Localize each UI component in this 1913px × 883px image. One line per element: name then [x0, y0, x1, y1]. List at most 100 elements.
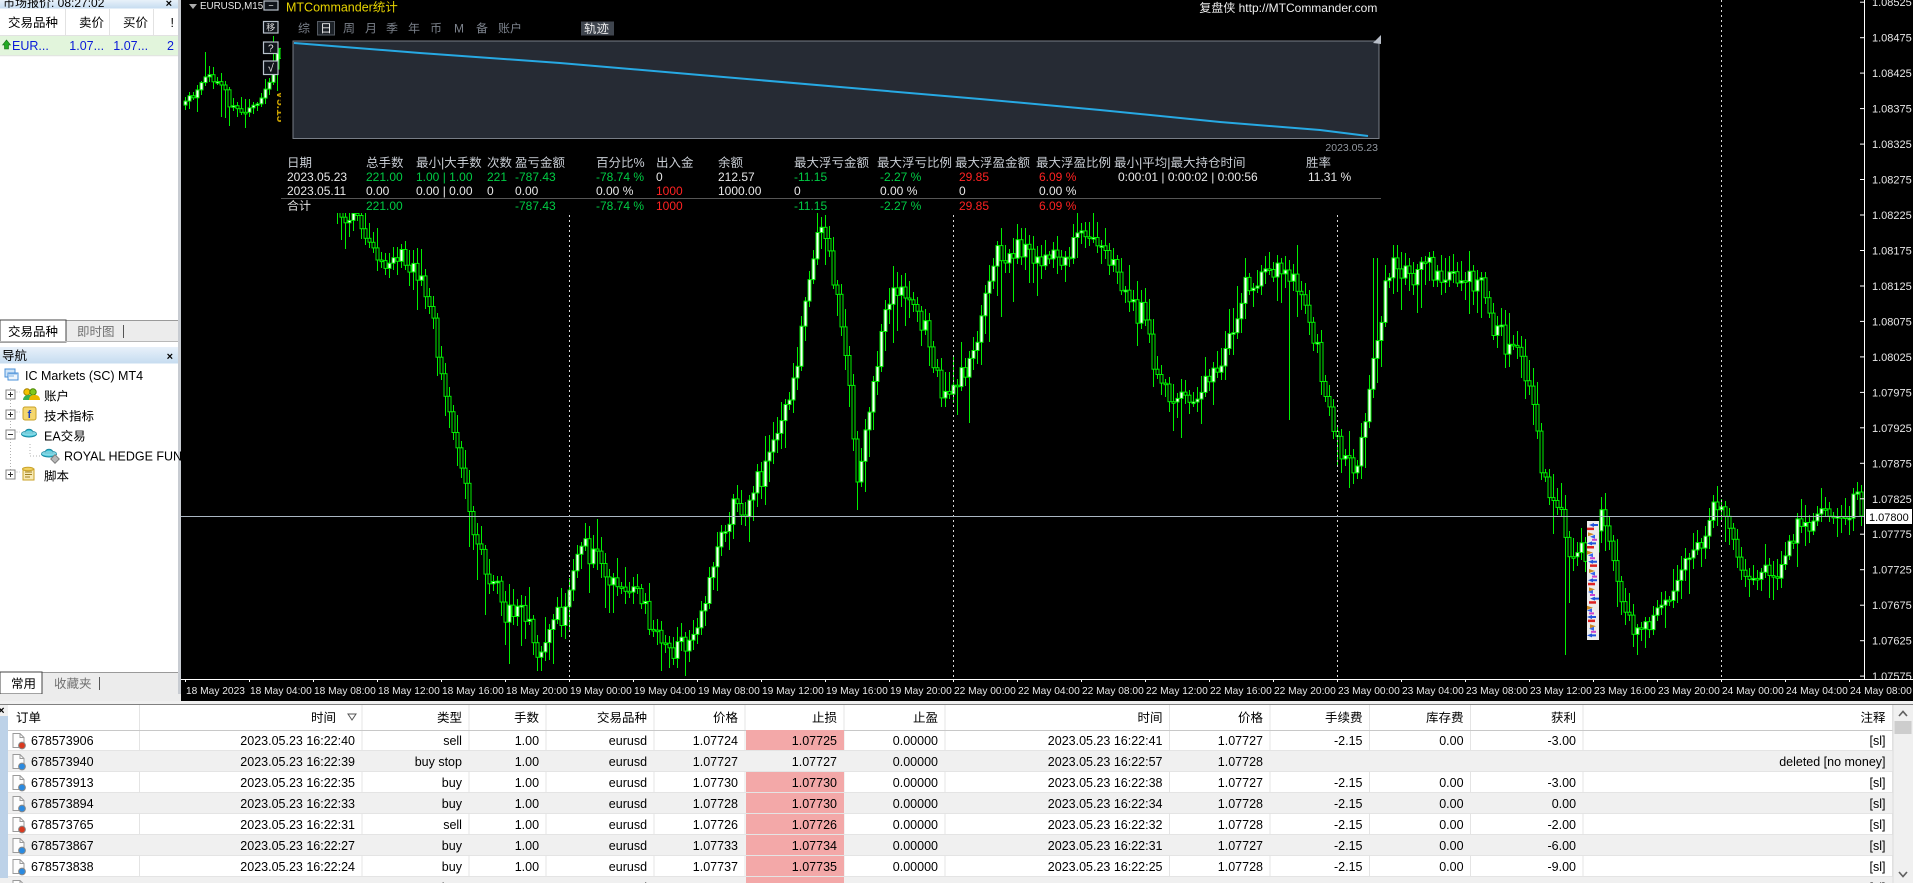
- svg-text:2023.05.23 16:22:33: 2023.05.23 16:22:33: [240, 797, 355, 811]
- svg-text:678573913: 678573913: [31, 776, 94, 790]
- svg-text:1000: 1000: [656, 199, 683, 213]
- svg-text:1.08025: 1.08025: [1872, 352, 1912, 364]
- svg-text:18 May 16:00: 18 May 16:00: [442, 686, 504, 697]
- svg-text:1.08225: 1.08225: [1872, 210, 1912, 222]
- svg-text:1.07727: 1.07727: [1218, 839, 1263, 853]
- svg-text:2023.05.11: 2023.05.11: [287, 184, 346, 198]
- svg-text:19 May 16:00: 19 May 16:00: [826, 686, 888, 697]
- svg-text:24 May 00:00: 24 May 00:00: [1722, 686, 1784, 697]
- svg-text:-11.15: -11.15: [794, 170, 827, 184]
- svg-text:buy: buy: [442, 839, 463, 853]
- svg-text:-78.74 %: -78.74 %: [596, 170, 644, 184]
- svg-text:0.00: 0.00: [366, 184, 390, 198]
- svg-text:2023.05.23 16:22:40: 2023.05.23 16:22:40: [240, 734, 355, 748]
- svg-text:29.85: 29.85: [959, 199, 989, 213]
- svg-text:1.08475: 1.08475: [1872, 33, 1912, 45]
- svg-text:0.00000: 0.00000: [893, 797, 938, 811]
- svg-text:2023.05.23 16:22:41: 2023.05.23 16:22:41: [1048, 734, 1163, 748]
- svg-text:18 May 04:00: 18 May 04:00: [250, 686, 312, 697]
- svg-text:1.07625: 1.07625: [1872, 636, 1912, 648]
- svg-text:0.00000: 0.00000: [893, 776, 938, 790]
- svg-text:2023.05.23 16:22:24: 2023.05.23 16:22:24: [240, 860, 355, 874]
- svg-text:-787.43: -787.43: [515, 199, 556, 213]
- svg-text:1.07875: 1.07875: [1872, 458, 1912, 470]
- svg-text:1.07800: 1.07800: [1869, 512, 1909, 524]
- svg-text:0.00000: 0.00000: [893, 839, 938, 853]
- svg-text:18 May 08:00: 18 May 08:00: [314, 686, 376, 697]
- svg-text:buy: buy: [442, 776, 463, 790]
- svg-text:1.00: 1.00: [515, 734, 539, 748]
- svg-text:221.00: 221.00: [366, 199, 403, 213]
- svg-text:eurusd: eurusd: [609, 839, 647, 853]
- svg-text:2023.05.23 16:22:27: 2023.05.23 16:22:27: [240, 839, 355, 853]
- svg-text:23 May 16:00: 23 May 16:00: [1594, 686, 1656, 697]
- svg-text:18 May 20:00: 18 May 20:00: [506, 686, 568, 697]
- svg-text:0.00: 0.00: [1552, 797, 1576, 811]
- svg-text:1.07728: 1.07728: [1218, 860, 1263, 874]
- svg-text:678573838: 678573838: [31, 860, 94, 874]
- svg-text:-787.43: -787.43: [515, 170, 556, 184]
- svg-text:-2.15: -2.15: [1334, 818, 1363, 832]
- svg-text:-2.00: -2.00: [1548, 818, 1577, 832]
- svg-text:1.07675: 1.07675: [1872, 600, 1912, 612]
- svg-text:1.07825: 1.07825: [1872, 494, 1912, 506]
- svg-text:2023.05.23 16:22:31: 2023.05.23 16:22:31: [1048, 839, 1163, 853]
- svg-text:[sl]: [sl]: [1870, 860, 1886, 874]
- svg-text:1.07734: 1.07734: [792, 839, 837, 853]
- svg-text:[sl]: [sl]: [1870, 797, 1886, 811]
- svg-text:2023.05.23 16:22:34: 2023.05.23 16:22:34: [1048, 797, 1163, 811]
- svg-text:MTCommander: MTCommander: [286, 1, 373, 15]
- svg-text:22 May 20:00: 22 May 20:00: [1274, 686, 1336, 697]
- svg-text:678573940: 678573940: [31, 755, 94, 769]
- svg-text:23 May 20:00: 23 May 20:00: [1658, 686, 1720, 697]
- svg-text:!: !: [171, 16, 174, 30]
- svg-text:%: %: [634, 156, 645, 170]
- svg-text:1.08325: 1.08325: [1872, 139, 1912, 151]
- svg-text:221.00: 221.00: [366, 170, 403, 184]
- svg-text:|: |: [441, 156, 444, 170]
- svg-text:1.00: 1.00: [515, 839, 539, 853]
- svg-text:-9.00: -9.00: [1548, 860, 1577, 874]
- svg-text:2023.05.23 16:22:32: 2023.05.23 16:22:32: [1048, 818, 1163, 832]
- svg-text:1.08175: 1.08175: [1872, 246, 1912, 258]
- svg-text:1.07728: 1.07728: [1218, 755, 1263, 769]
- svg-text:0.00 %: 0.00 %: [596, 184, 634, 198]
- svg-text:1.08525: 1.08525: [1872, 0, 1912, 9]
- svg-text:1.07726: 1.07726: [792, 818, 837, 832]
- svg-text:0.00000: 0.00000: [893, 818, 938, 832]
- svg-text:deleted [no money]: deleted [no money]: [1779, 755, 1885, 769]
- svg-text:1.07730: 1.07730: [792, 776, 837, 790]
- svg-text:ROYAL HEDGE FUN: ROYAL HEDGE FUN: [64, 450, 182, 464]
- svg-text:eurusd: eurusd: [609, 797, 647, 811]
- svg-text:678573867: 678573867: [31, 839, 94, 853]
- svg-text:eurusd: eurusd: [609, 818, 647, 832]
- svg-text:[sl]: [sl]: [1870, 734, 1886, 748]
- svg-text:1.07775: 1.07775: [1872, 529, 1912, 541]
- svg-text:-11.15: -11.15: [794, 199, 827, 213]
- svg-text:1.07728: 1.07728: [1218, 818, 1263, 832]
- svg-text:[sl]: [sl]: [1870, 776, 1886, 790]
- svg-text:-2.15: -2.15: [1334, 860, 1363, 874]
- svg-text:22 May 12:00: 22 May 12:00: [1146, 686, 1208, 697]
- svg-text:eurusd: eurusd: [609, 734, 647, 748]
- svg-text:1.08275: 1.08275: [1872, 175, 1912, 187]
- svg-text:-2.27 %: -2.27 %: [880, 199, 922, 213]
- svg-text:22 May 00:00: 22 May 00:00: [954, 686, 1016, 697]
- svg-text:-3.00: -3.00: [1548, 734, 1577, 748]
- svg-text:2: 2: [167, 39, 174, 53]
- svg-text:: 08:27:02: : 08:27:02: [51, 0, 105, 10]
- svg-text:1.00 | 1.00: 1.00 | 1.00: [416, 170, 473, 184]
- svg-text:19 May 08:00: 19 May 08:00: [698, 686, 760, 697]
- svg-text:buy: buy: [442, 797, 463, 811]
- svg-text:0.00 %: 0.00 %: [880, 184, 918, 198]
- svg-text:|: |: [1167, 156, 1170, 170]
- svg-text:0.00 | 0.00: 0.00 | 0.00: [416, 184, 473, 198]
- svg-text:1.07...: 1.07...: [69, 39, 104, 53]
- svg-text:22 May 04:00: 22 May 04:00: [1018, 686, 1080, 697]
- svg-text:0: 0: [794, 184, 801, 198]
- svg-text:221: 221: [487, 170, 507, 184]
- svg-text:0.00000: 0.00000: [893, 860, 938, 874]
- svg-text:1.07726: 1.07726: [693, 818, 738, 832]
- svg-text:2023.05.23: 2023.05.23: [1325, 142, 1378, 154]
- svg-text:sell: sell: [443, 734, 462, 748]
